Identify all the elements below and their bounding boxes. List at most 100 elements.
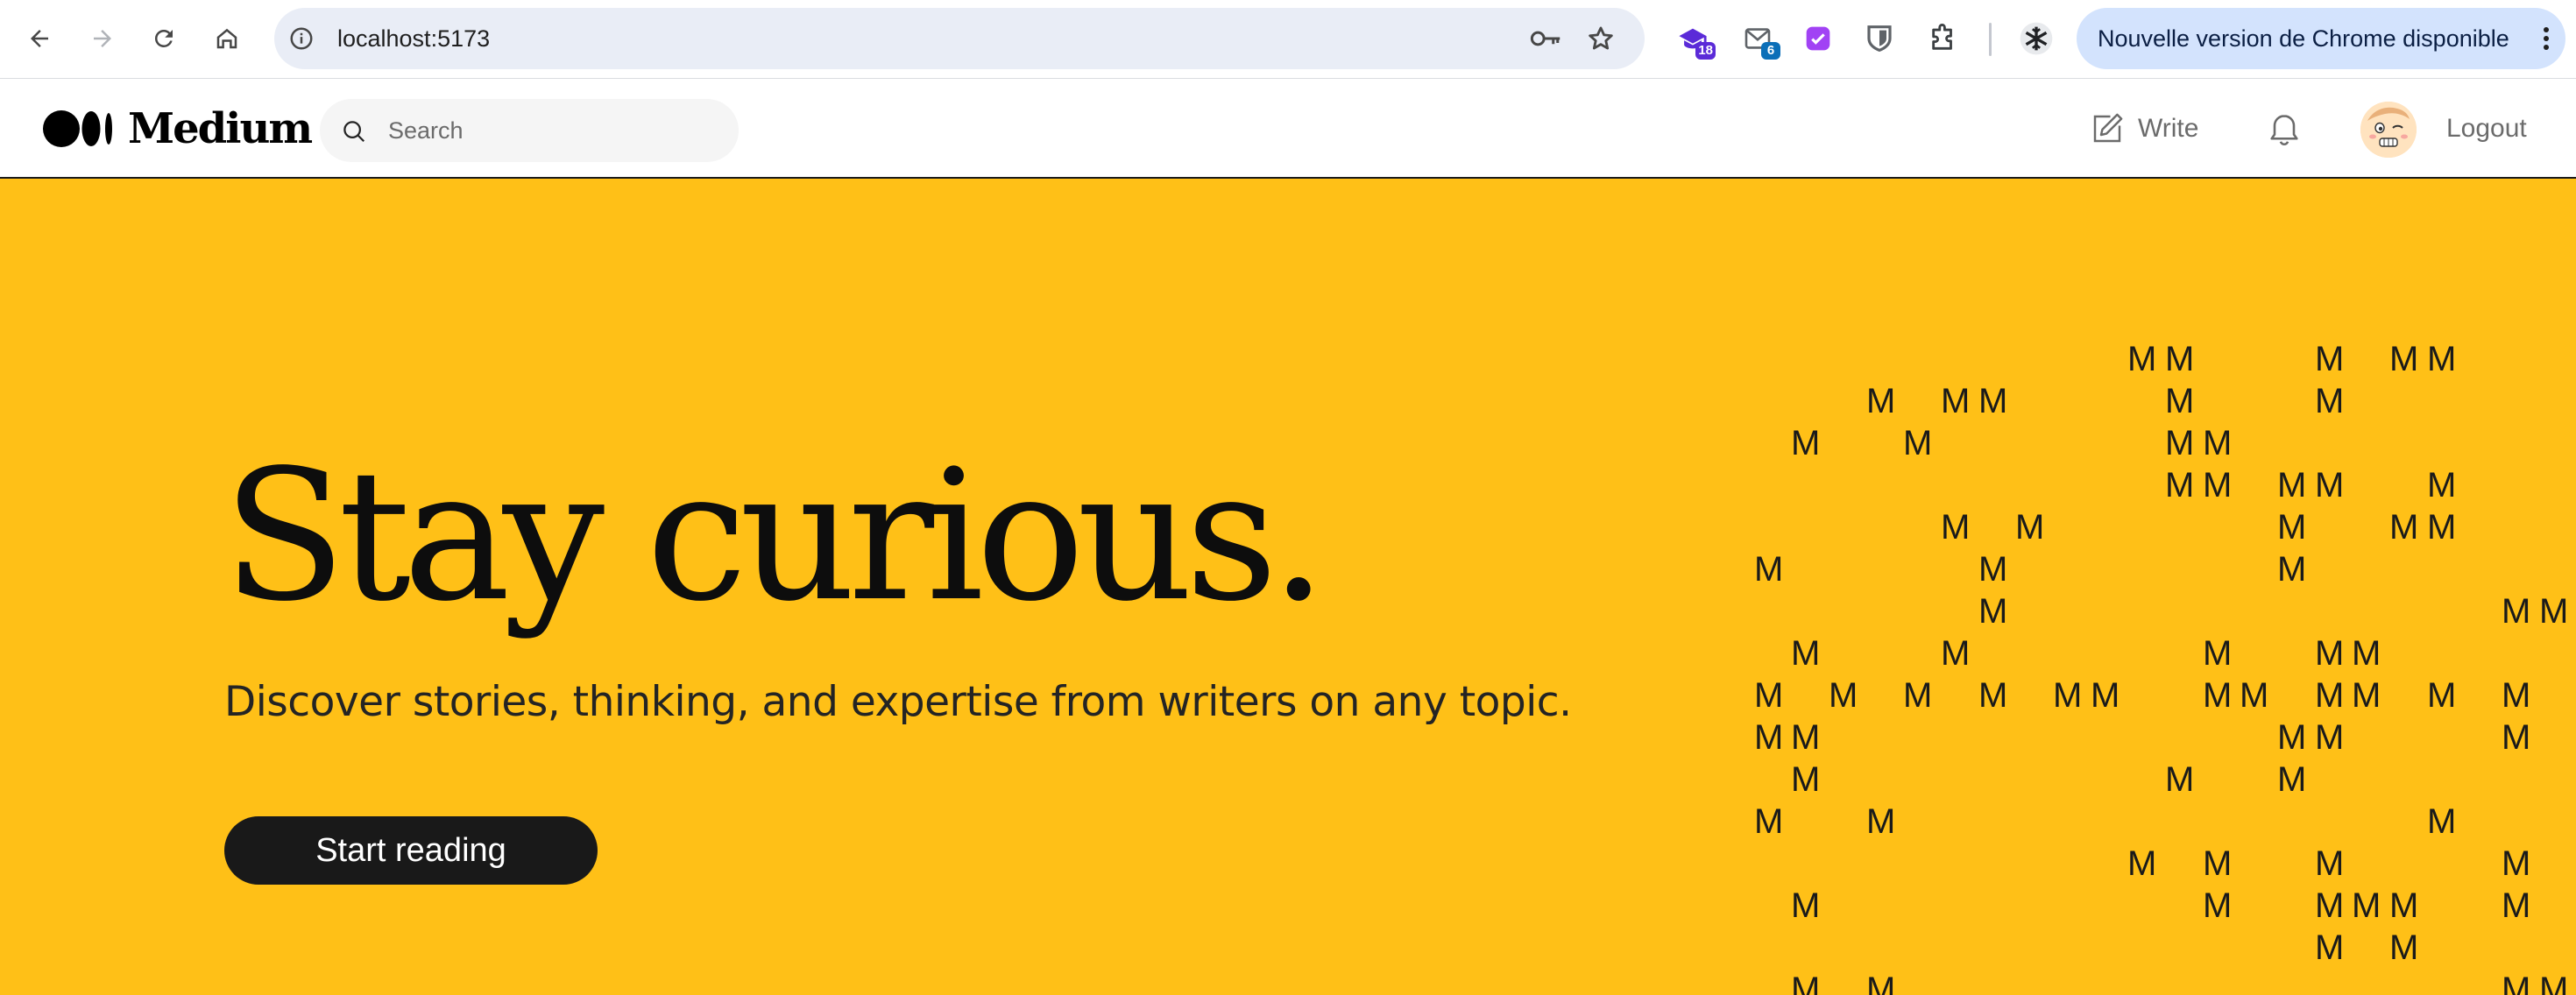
decorative-m-glyph: M [1791,424,1821,462]
avatar-face-icon [2360,102,2417,158]
reload-icon [154,29,173,47]
decorative-m-glyph: M [2539,592,2569,631]
decorative-m-glyph: M [2165,424,2195,462]
decorative-m-glyph: M [1978,382,2008,420]
decorative-m-glyph: M [2352,676,2381,715]
decorative-m-glyph: M [2502,592,2531,631]
write-label: Write [2138,114,2199,143]
decorative-m-glyph: M [2315,928,2345,967]
address-bar[interactable]: localhost:5173 [274,8,1645,69]
decorative-m-glyph: M [2165,382,2195,420]
bookmark-star-icon[interactable] [1586,24,1616,53]
decorative-m-glyph: M [2277,466,2307,505]
snowflake-profile-icon[interactable] [2019,21,2054,56]
reload-button[interactable] [144,18,184,59]
site-header: Medium Write Logout [0,80,2576,179]
write-pencil-icon [2093,113,2123,143]
site-info-icon[interactable] [288,25,315,52]
hero-title: Stay curious. [223,431,1327,641]
decorative-m-glyph: M [2315,718,2345,757]
decorative-m-glyph: M [2277,508,2307,547]
toolbar-divider [1989,23,1992,56]
decorative-m-glyph: M [1754,802,1784,841]
mail-extension-icon[interactable]: 6 [1740,21,1780,60]
decorative-m-glyph: M [2277,718,2307,757]
decorative-m-glyph: M [2389,886,2419,925]
arrow-left-icon [31,30,48,47]
decorative-m-glyph: M [2315,382,2345,420]
decorative-m-glyph: M [2203,634,2233,673]
password-key-icon[interactable] [1529,25,1562,52]
decorative-m-glyph: M [2127,844,2157,883]
decorative-m-glyph: M [1791,718,1821,757]
decorative-m-glyph: M [1754,718,1784,757]
decorative-m-glyph: M [2427,508,2457,547]
decorative-m-glyph: M [2277,550,2307,589]
decorative-m-glyph: M [1791,970,1821,995]
puzzle-extensions-icon[interactable] [1926,21,1961,56]
decorative-m-glyph: M [1866,382,1896,420]
graduation-cap-extension-icon[interactable]: 18 [1675,21,1716,60]
forward-button[interactable] [82,18,123,59]
decorative-m-glyph: M [1903,424,1933,462]
decorative-m-glyph: M [2389,508,2419,547]
decorative-m-glyph: M [2502,844,2531,883]
decorative-m-glyph: M [1866,970,1896,995]
decorative-m-glyph: M [1866,802,1896,841]
decorative-m-glyph: M [2315,340,2345,378]
home-icon [216,28,237,49]
notifications-bell-icon[interactable] [2265,109,2304,150]
decorative-m-glyph: M [1829,676,1858,715]
decorative-m-glyph: M [2315,634,2345,673]
decorative-m-glyph: M [1754,550,1784,589]
decorative-m-glyph: M [2015,508,2045,547]
logout-link[interactable]: Logout [2446,106,2527,152]
arrow-right-icon [94,30,111,47]
search-box[interactable] [320,99,739,162]
medium-logo-text: Medium [128,104,313,153]
user-avatar[interactable] [2360,102,2417,158]
decorative-m-glyph: M [2427,676,2457,715]
search-input[interactable] [388,99,721,162]
home-button[interactable] [207,18,247,59]
decorative-m-glyph: M [2352,886,2381,925]
decorative-m-glyph: M [2203,886,2233,925]
search-icon [343,121,365,143]
hero-section: MMMMMMMMMMMMMMMMMMMMMMMMMMMMMMMMMMMMMMMM… [0,179,2576,995]
decorative-m-glyph: M [1791,886,1821,925]
start-reading-button[interactable]: Start reading [224,816,598,885]
decorative-m-glyph: M [2502,886,2531,925]
decorative-m-glyph: M [1978,550,2008,589]
medium-logo[interactable]: Medium [42,104,313,153]
extension-badge: 6 [1761,42,1780,60]
write-button[interactable]: Write [2089,106,2198,152]
decorative-m-glyph: M [2539,970,2569,995]
decorative-m-glyph: M [2165,340,2195,378]
back-button[interactable] [19,18,60,59]
chrome-update-button[interactable]: Nouvelle version de Chrome disponible [2077,8,2565,69]
decorative-m-glyph: M [1941,508,1971,547]
decorative-m-glyph: M [2203,676,2233,715]
decorative-m-glyph: M [1978,676,2008,715]
decorative-m-glyph: M [2502,718,2531,757]
decorative-m-glyph: M [2053,676,2083,715]
extension-badge: 18 [1695,42,1716,60]
bitwarden-extension-icon[interactable] [1862,21,1897,56]
more-vertical-icon[interactable] [2539,25,2553,52]
decorative-m-glyph: M [2240,676,2269,715]
url-text[interactable]: localhost:5173 [337,8,490,69]
hero-subtitle: Discover stories, thinking, and expertis… [224,678,1572,726]
decorative-m-glyph: M [1978,592,2008,631]
decorative-m-glyph: M [2427,340,2457,378]
purple-check-extension-icon[interactable] [1801,21,1836,56]
decorative-m-glyph: M [1791,760,1821,799]
decorative-m-glyph: M [2389,928,2419,967]
decorative-m-glyph: M [2315,466,2345,505]
decorative-m-glyph: M [2315,886,2345,925]
decorative-m-glyph: M [2315,844,2345,883]
decorative-m-glyph: M [2389,340,2419,378]
browser-toolbar: localhost:5173 18 6 Nouvelle version de … [0,0,2576,79]
decorative-m-glyph: M [2127,340,2157,378]
decorative-m-glyph: M [2427,466,2457,505]
decorative-m-glyph: M [1754,676,1784,715]
